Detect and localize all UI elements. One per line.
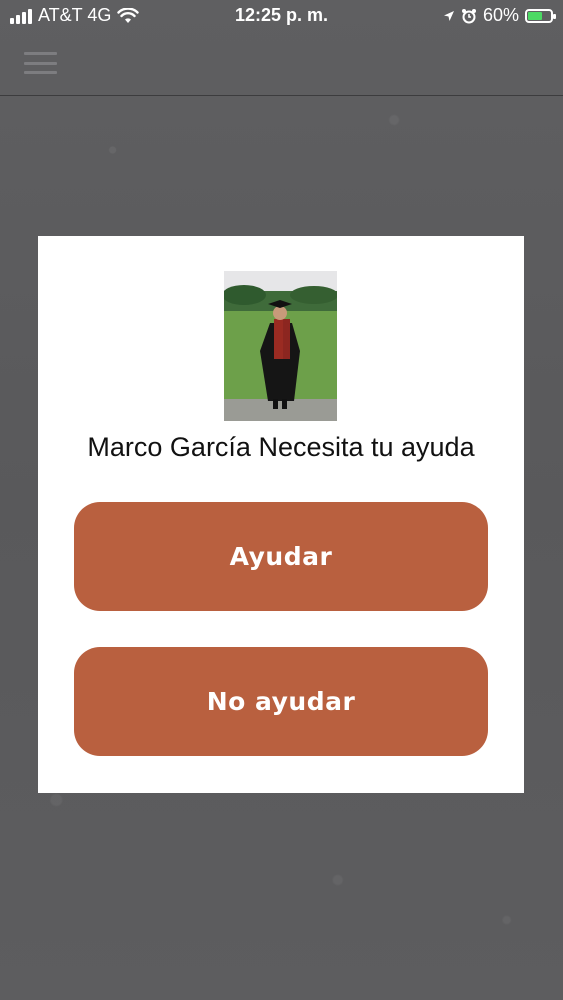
menu-icon[interactable] [24,52,57,74]
help-request-dialog: Marco García Necesita tu ayuda Ayudar No… [38,236,524,793]
status-right: 60% [443,5,556,26]
user-photo [224,271,337,421]
no-help-button[interactable]: No ayudar [74,647,488,756]
alarm-icon [461,8,476,23]
app-header [0,32,563,96]
battery-fill [528,11,543,20]
battery-percent: 60% [482,5,519,25]
help-button[interactable]: Ayudar [74,502,488,611]
help-request-message: Marco García Necesita tu ayuda [87,432,475,462]
battery-icon [525,8,556,23]
location-arrow-icon [443,10,454,21]
graduate-photo [224,271,337,421]
status-bar: AT&T 4G 12:25 p. m. 60% [0,0,563,32]
